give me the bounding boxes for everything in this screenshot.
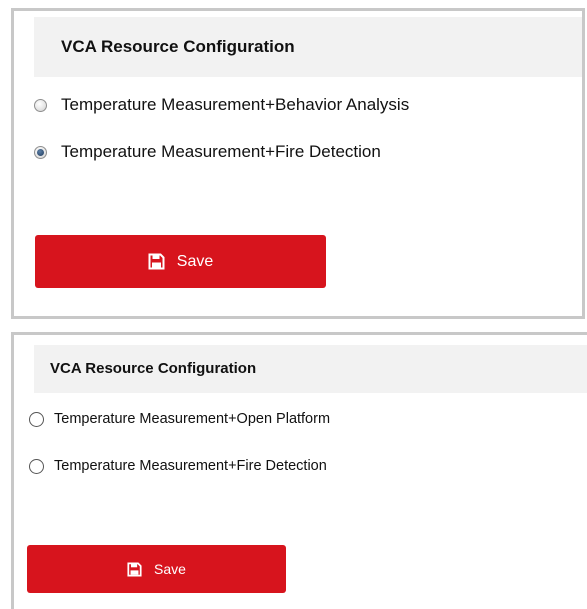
- option-open-platform[interactable]: Temperature Measurement+Open Platform: [29, 411, 330, 427]
- save-button-label: Save: [154, 561, 186, 577]
- option-label: Temperature Measurement+Open Platform: [54, 411, 331, 427]
- option-fire-detection[interactable]: Temperature Measurement+Fire Detection: [34, 142, 381, 162]
- option-label: Temperature Measurement+Behavior Analysi…: [61, 95, 410, 114]
- radio-button[interactable]: [29, 458, 44, 474]
- radio-button-selected[interactable]: [34, 145, 47, 159]
- radio-button[interactable]: [29, 411, 44, 427]
- floppy-disk-icon: [127, 561, 142, 577]
- save-button-label: Save: [176, 252, 214, 270]
- vca-config-panel-bottom: VCA Resource Configuration Temperature M…: [11, 332, 587, 609]
- option-label: Temperature Measurement+Fire Detection: [61, 142, 381, 161]
- option-behavior-analysis[interactable]: Temperature Measurement+Behavior Analysi…: [34, 95, 409, 115]
- panel-header: VCA Resource Configuration: [34, 17, 582, 77]
- floppy-disk-icon: [148, 253, 165, 270]
- option-label: Temperature Measurement+Fire Detection: [54, 458, 327, 474]
- panel-header: VCA Resource Configuration: [34, 345, 587, 393]
- radio-button[interactable]: [34, 98, 47, 112]
- save-button[interactable]: Save: [27, 545, 286, 593]
- save-button[interactable]: Save: [35, 235, 326, 288]
- option-fire-detection[interactable]: Temperature Measurement+Fire Detection: [29, 458, 327, 474]
- vca-config-panel-top: VCA Resource Configuration Temperature M…: [11, 8, 585, 319]
